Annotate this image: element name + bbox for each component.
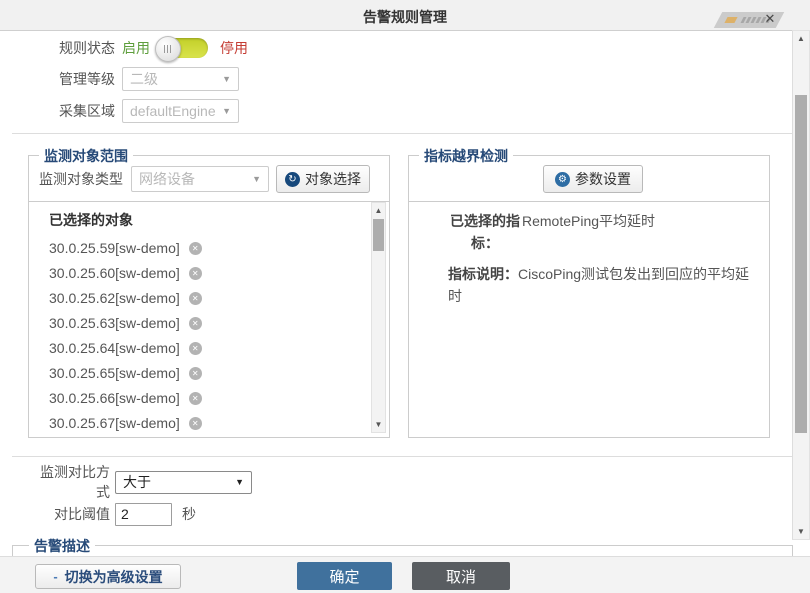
advanced-settings-label: 切换为高级设置 [65,567,163,587]
remove-icon[interactable]: ✕ [189,367,202,380]
selected-object-row: 30.0.25.64[sw-demo] ✕ [49,340,202,356]
param-settings-button[interactable]: ⚙ 参数设置 [543,165,643,193]
toggle-grip-icon [164,45,172,53]
toggle-knob-icon[interactable] [155,36,181,62]
gear-icon: ⚙ [555,172,570,187]
status-toggle[interactable] [158,38,208,58]
divider [409,201,769,202]
dialog-titlebar: 告警规则管理 ✕ [0,0,810,31]
scroll-down-icon[interactable]: ▼ [372,417,385,432]
alarm-desc-legend: 告警描述 [29,536,95,556]
object-select-icon: ↻ [285,172,300,187]
object-label: 30.0.25.65[sw-demo] [49,365,180,381]
scroll-down-icon[interactable]: ▼ [793,524,809,539]
metric-body: 已选择的指标： RemotePing平均延时 指标说明：CiscoPing测试包… [448,210,755,307]
compare-method-label: 监测对比方式 [27,462,110,502]
mgmt-level-row: 管理等级 二级 ▼ [27,67,239,91]
object-label: 30.0.25.64[sw-demo] [49,340,180,356]
compare-method-row: 监测对比方式 大于 ▼ [27,470,252,494]
scrollbar-thumb[interactable] [795,95,807,433]
threshold-unit: 秒 [182,504,196,524]
collect-area-select[interactable]: defaultEngine ▼ [122,99,239,123]
selected-metric-row: 已选择的指标： RemotePing平均延时 [448,210,755,254]
cancel-button[interactable]: 取消 [412,562,510,590]
object-label: 30.0.25.59[sw-demo] [49,240,180,256]
remove-icon[interactable]: ✕ [189,392,202,405]
object-select-button-label: 对象选择 [305,169,361,189]
scrollbar-thumb[interactable] [373,219,384,251]
threshold-row: 对比阈值 秒 [27,502,196,526]
selected-metric-value: RemotePing平均延时 [522,210,755,254]
rule-status-label: 规则状态 [27,38,115,58]
metric-panel-legend: 指标越界检测 [419,146,513,166]
metric-desc-row: 指标说明：CiscoPing测试包发出到回应的平均延时 [448,263,755,307]
object-label: 30.0.25.66[sw-demo] [49,390,180,406]
object-type-row: 监测对象类型 网络设备 ▼ ↻ 对象选择 [39,165,370,193]
mgmt-level-select[interactable]: 二级 ▼ [122,67,239,91]
ok-button[interactable]: 确定 [297,562,392,590]
selected-object-row: 30.0.25.59[sw-demo] ✕ [49,240,202,256]
selected-objects-header: 已选择的对象 [49,210,133,230]
remove-icon[interactable]: ✕ [189,242,202,255]
scroll-up-icon[interactable]: ▲ [372,203,385,218]
collect-area-row: 采集区域 defaultEngine ▼ [27,99,239,123]
threshold-input[interactable] [115,503,172,526]
minus-icon: - [53,569,57,584]
object-list-scrollbar[interactable]: ▲ ▼ [371,202,386,433]
remove-icon[interactable]: ✕ [189,317,202,330]
collect-area-label: 采集区域 [27,101,115,121]
dialog-title: 告警规则管理 [0,7,810,27]
object-label: 30.0.25.62[sw-demo] [49,290,180,306]
param-settings-label: 参数设置 [575,169,631,189]
selected-object-row: 30.0.25.60[sw-demo] ✕ [49,265,202,281]
selected-object-row: 30.0.25.63[sw-demo] ✕ [49,315,202,331]
rule-status-row: 规则状态 启用 停用 [27,36,248,60]
dialog-footer: - 切换为高级设置 确定 取消 [0,556,810,593]
close-icon[interactable]: ✕ [762,11,778,27]
remove-icon[interactable]: ✕ [189,267,202,280]
threshold-label: 对比阈值 [27,504,110,524]
object-scope-legend: 监测对象范围 [39,146,133,166]
chevron-down-icon: ▼ [235,477,244,487]
scroll-up-icon[interactable]: ▲ [793,31,809,46]
status-on-label: 启用 [122,38,150,58]
divider [12,456,792,457]
alarm-rule-dialog: 告警规则管理 ✕ 规则状态 启用 停用 管理等级 二级 ▼ 采集区域 defau… [0,0,810,592]
selected-object-row: 30.0.25.62[sw-demo] ✕ [49,290,202,306]
chevron-down-icon: ▼ [222,74,231,84]
selected-object-row: 30.0.25.67[sw-demo] ✕ [49,415,202,431]
object-type-value: 网络设备 [139,169,195,189]
object-label: 30.0.25.63[sw-demo] [49,315,180,331]
selected-object-row: 30.0.25.66[sw-demo] ✕ [49,390,202,406]
object-label: 30.0.25.60[sw-demo] [49,265,180,281]
object-label: 30.0.25.67[sw-demo] [49,415,180,431]
mgmt-level-label: 管理等级 [27,69,115,89]
mgmt-level-value: 二级 [130,69,158,89]
metric-panel: 指标越界检测 ⚙ 参数设置 已选择的指标： RemotePing平均延时 指标说… [408,155,770,438]
chevron-down-icon: ▼ [222,106,231,116]
metric-desc-label: 指标说明： [448,266,518,282]
advanced-settings-button[interactable]: - 切换为高级设置 [35,564,181,589]
object-select-button[interactable]: ↻ 对象选择 [276,165,370,193]
chevron-down-icon: ▼ [252,174,261,184]
object-scope-panel: 监测对象范围 监测对象类型 网络设备 ▼ ↻ 对象选择 已选择的对象 30.0.… [28,155,390,438]
status-off-label: 停用 [220,38,248,58]
object-type-label: 监测对象类型 [39,169,123,189]
remove-icon[interactable]: ✕ [189,292,202,305]
object-type-select[interactable]: 网络设备 ▼ [131,166,269,192]
divider [29,201,389,202]
divider [12,133,792,134]
selected-metric-label: 已选择的指标： [448,210,522,254]
collect-area-value: defaultEngine [130,103,216,119]
selected-object-row: 30.0.25.65[sw-demo] ✕ [49,365,202,381]
logo-mark-icon [724,17,737,23]
compare-method-value: 大于 [123,472,151,492]
dialog-scrollbar[interactable]: ▲ ▼ [792,30,810,540]
compare-method-select[interactable]: 大于 ▼ [115,471,252,494]
remove-icon[interactable]: ✕ [189,342,202,355]
remove-icon[interactable]: ✕ [189,417,202,430]
